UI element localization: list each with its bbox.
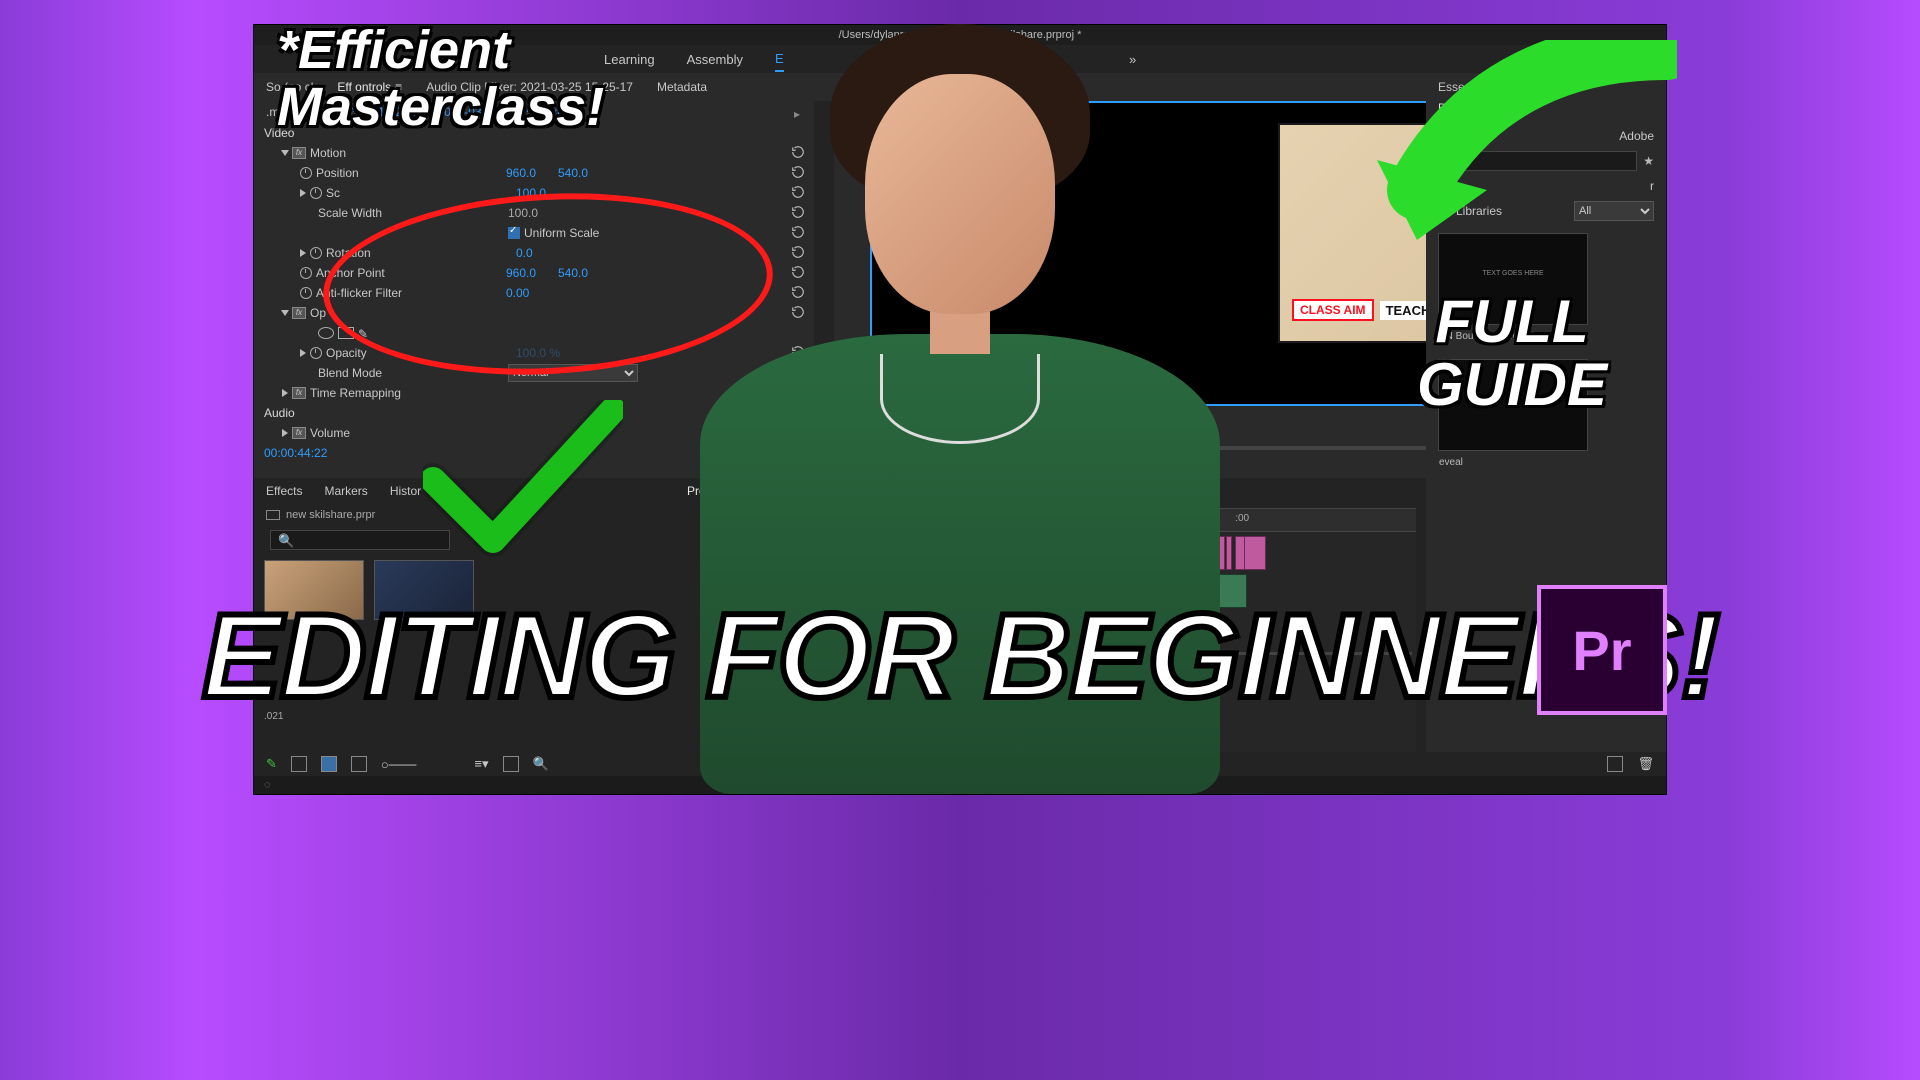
twirl-icon[interactable] <box>300 246 310 260</box>
reset-icon[interactable] <box>790 145 806 162</box>
zoom-slider[interactable]: ○─── <box>381 757 416 772</box>
tab-metadata[interactable]: Metadata <box>657 80 707 94</box>
annotation-green-check <box>423 400 623 560</box>
premiere-logo-icon: Pr <box>1537 585 1667 715</box>
reset-icon[interactable] <box>790 225 806 242</box>
reset-icon[interactable] <box>790 425 806 442</box>
fx-badge-icon[interactable]: fx <box>292 307 306 319</box>
stopwatch-icon[interactable] <box>310 187 322 199</box>
reset-icon[interactable] <box>790 305 806 322</box>
freeform-view-icon[interactable] <box>351 756 367 772</box>
twirl-icon[interactable] <box>282 306 292 320</box>
reset-icon[interactable] <box>790 165 806 182</box>
fx-badge-icon[interactable]: fx <box>292 387 306 399</box>
position-y[interactable]: 540.0 <box>558 166 610 180</box>
icon-view-icon[interactable] <box>321 756 337 772</box>
reset-icon[interactable] <box>790 185 806 202</box>
list-view-icon[interactable] <box>291 756 307 772</box>
lower-third-tag: CLASS AIM <box>1292 299 1374 321</box>
annotation-green-arrow <box>1337 40 1677 300</box>
ellipse-mask-icon[interactable] <box>318 327 334 339</box>
reset-icon[interactable] <box>790 285 806 302</box>
fx-position[interactable]: Position 960.0 540.0 <box>254 163 814 183</box>
stopwatch-icon[interactable] <box>300 267 312 279</box>
stopwatch-icon[interactable] <box>310 247 322 259</box>
timeline-ruler[interactable]: :00 <box>964 508 1416 532</box>
twirl-icon[interactable] <box>282 426 292 440</box>
overlay-efficient: *Efficient Masterclass! <box>277 22 604 135</box>
video-clip[interactable] <box>1226 536 1232 570</box>
reset-icon[interactable] <box>790 245 806 262</box>
workspace-learning[interactable]: Learning <box>604 48 655 71</box>
find-icon[interactable]: 🔍 <box>533 756 549 772</box>
workspace-assembly[interactable]: Assembly <box>687 48 743 71</box>
bin-icon[interactable] <box>266 510 280 520</box>
reset-icon[interactable] <box>790 205 806 222</box>
project-footer-toolbar: ✎ ○─── ≡▾ 🔍 🗑 <box>254 752 1666 776</box>
fx-badge-icon[interactable]: fx <box>292 147 306 159</box>
project-filename: new skilshare.prpr <box>286 504 375 526</box>
stopwatch-icon[interactable] <box>310 347 322 359</box>
workspace-editing[interactable]: E <box>775 47 784 72</box>
crumb-play-icon[interactable]: ▸ <box>794 103 808 117</box>
automate-icon[interactable] <box>503 756 519 772</box>
twirl-icon[interactable] <box>300 186 310 200</box>
workspace-libraries[interactable]: Libraries <box>1007 48 1057 71</box>
cc-icon[interactable]: ◌ <box>264 779 271 791</box>
tab-markers[interactable]: Markers <box>324 484 367 498</box>
reset-icon[interactable] <box>790 365 806 382</box>
video-clip[interactable] <box>1244 536 1266 570</box>
twirl-icon[interactable] <box>300 346 310 360</box>
overlay-headline: EDITING FOR BEGINNERS! <box>202 587 1718 725</box>
creative-cloud-bar: ◌ <box>254 776 1666 794</box>
workspace-graphics[interactable]: Graphics <box>923 48 975 71</box>
new-item-icon[interactable] <box>1607 756 1623 772</box>
stopwatch-icon[interactable] <box>300 167 312 179</box>
sort-icon[interactable]: ≡▾ <box>474 756 488 772</box>
twirl-icon[interactable] <box>282 386 292 400</box>
trash-icon[interactable]: 🗑 <box>1637 756 1654 772</box>
overlay-full-guide: FULL GUIDE <box>1417 290 1607 416</box>
reset-icon[interactable] <box>790 345 806 362</box>
tab-history[interactable]: Histor <box>390 484 421 498</box>
fx-motion[interactable]: fx Motion <box>254 143 814 163</box>
workspace-overflow-icon[interactable]: » <box>1129 48 1136 71</box>
pen-icon[interactable]: ✎ <box>266 756 277 772</box>
tab-effects[interactable]: Effects <box>266 484 302 498</box>
mogrt-label: eveal <box>1439 457 1587 468</box>
twirl-icon[interactable] <box>282 146 292 160</box>
fx-badge-icon[interactable]: fx <box>292 427 306 439</box>
position-x[interactable]: 960.0 <box>506 166 558 180</box>
tab-project[interactable]: Project: new skilshare <box>687 484 814 498</box>
reset-icon[interactable] <box>790 265 806 282</box>
video-clip[interactable] <box>1217 536 1225 570</box>
program-title[interactable]: 25 15-25-17 <box>846 80 921 94</box>
stopwatch-icon[interactable] <box>300 287 312 299</box>
